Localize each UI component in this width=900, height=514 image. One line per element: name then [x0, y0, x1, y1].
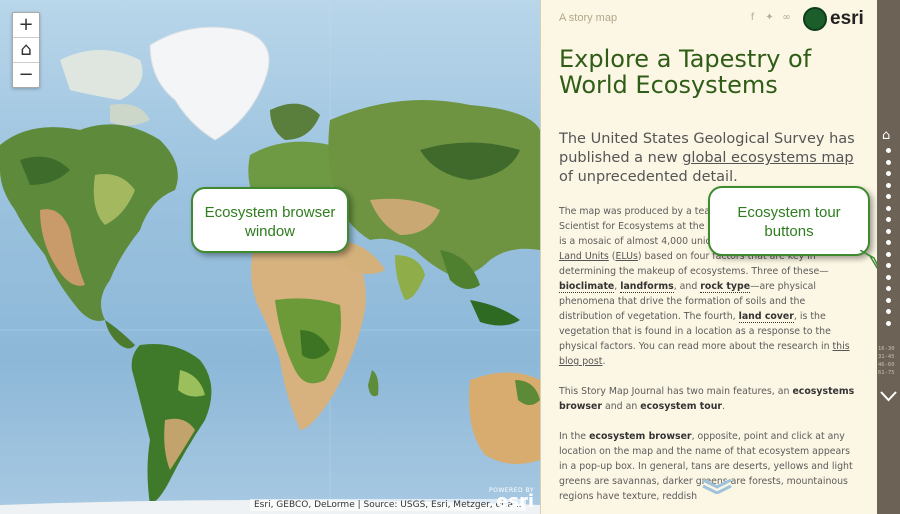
tour-dot-button[interactable] [886, 148, 891, 153]
p3-text-a: In the [559, 431, 590, 442]
esri-brand: esri [830, 8, 864, 29]
zoom-out-button[interactable]: − [13, 63, 39, 87]
page-range-3[interactable]: 46-60 [878, 361, 895, 369]
global-ecosystems-map-link[interactable]: global ecosystems map [682, 150, 853, 166]
tour-dot-button[interactable] [886, 159, 891, 165]
powered-by-brand: esri [496, 491, 534, 512]
zoom-control: + ⌂ − [12, 12, 40, 88]
page-range-2[interactable]: 31-45 [878, 353, 895, 361]
callout-browser-line2: window [244, 223, 296, 240]
tour-dot-button[interactable] [886, 297, 891, 303]
callout-tour-line2: buttons [764, 223, 814, 240]
elus-link[interactable]: ELUs [615, 251, 637, 262]
callout-tour-line1: Ecosystem tour [737, 204, 841, 221]
tour-dot-button[interactable] [886, 240, 891, 245]
tour-dot-button[interactable] [886, 320, 891, 326]
ecosystem-map[interactable]: + ⌂ − Ecosystem browser window Esri, GEB… [0, 0, 540, 514]
globe-icon [803, 7, 827, 31]
scroll-down-chevron-icon[interactable] [701, 478, 733, 494]
p3-ecosystem-browser: ecosystem browser [589, 431, 692, 442]
callout-ecosystem-browser: Ecosystem browser window [191, 187, 349, 253]
arctic-islands [60, 50, 143, 100]
panel-header: A story map f ✦ ∞ esri [541, 0, 878, 38]
callout-browser-line1: Ecosystem browser [204, 204, 336, 221]
tour-dot-button[interactable] [886, 205, 891, 211]
callout-ecosystem-tour: Ecosystem tour buttons [708, 186, 870, 256]
rock-type-term[interactable]: rock type [700, 281, 751, 293]
tour-dot-button[interactable] [886, 182, 891, 188]
page-range-1[interactable]: 16-30 [878, 345, 895, 353]
p2-text-b: and an [602, 401, 641, 412]
home-extent-button[interactable]: ⌂ [13, 38, 39, 63]
tour-dot-button[interactable] [886, 217, 891, 222]
p1-text-c: is a mosaic of almost 4,000 unique [559, 236, 724, 247]
esri-logo[interactable]: esri [803, 7, 864, 31]
p2-ecosystem-tour: ecosystem tour [640, 401, 722, 412]
p1-text-and: and [679, 281, 701, 292]
tour-dot-button[interactable] [886, 171, 891, 176]
home-icon: ⌂ [20, 39, 32, 60]
tour-dot-button[interactable] [886, 228, 891, 234]
landforms-term[interactable]: landforms [620, 281, 674, 293]
page-range-4[interactable]: 61-75 [878, 369, 895, 377]
tour-dot-button[interactable] [886, 194, 891, 199]
p1-text-a: The map was produced by a team [559, 206, 720, 217]
land-units-link[interactable]: Land Units [559, 251, 609, 262]
nav-home-icon[interactable]: ⌂ [882, 128, 890, 143]
story-title: Explore a Tapestry of World Ecosystems [559, 45, 812, 99]
nav-chevron-down-icon[interactable] [880, 390, 897, 402]
share-icons: f ✦ ∞ [747, 12, 792, 23]
tour-dot-button[interactable] [886, 251, 891, 257]
link-icon[interactable]: ∞ [781, 12, 792, 23]
powered-by-esri[interactable]: POWERED BY esri [489, 487, 534, 512]
land-cover-term[interactable]: land cover [738, 311, 794, 323]
p1-text-b: Scientist for Ecosystems at the USG [559, 221, 728, 232]
paragraph-2: This Story Map Journal has two main feat… [559, 384, 861, 414]
story-map-label: A story map [559, 12, 618, 24]
tour-dot-button[interactable] [886, 286, 891, 291]
tour-dot-button[interactable] [886, 274, 891, 280]
world-map-artwork [0, 0, 540, 514]
story-panel: A story map f ✦ ∞ esri Explore a Tapestr… [540, 0, 878, 514]
bioclimate-term[interactable]: bioclimate [559, 281, 615, 293]
map-attribution[interactable]: Esri, GEBCO, DeLorme | Source: USGS, Esr… [250, 499, 526, 511]
tour-dot-button[interactable] [886, 309, 891, 314]
zoom-in-button[interactable]: + [13, 13, 39, 38]
twitter-icon[interactable]: ✦ [764, 12, 775, 23]
p2-text-end: . [722, 401, 725, 412]
tour-navigation: ⌂ 16-30 31-45 46-60 61-75 [877, 0, 900, 514]
p1-text-e: the makeup of ecosystems. Three of these… [619, 266, 829, 277]
facebook-icon[interactable]: f [747, 12, 758, 23]
p2-text-a: This Story Map Journal has two main feat… [559, 386, 793, 397]
lead-text-2: of unprecedented detail. [559, 169, 738, 185]
lead-paragraph: The United States Geological Survey has … [559, 130, 861, 187]
greenland [149, 26, 270, 141]
north-america [0, 124, 178, 321]
p1-text-end: . [602, 356, 606, 367]
tour-page-ranges: 16-30 31-45 46-60 61-75 [878, 345, 895, 377]
panel-body: Explore a Tapestry of World Ecosystems T… [559, 46, 861, 504]
tour-dot-button[interactable] [886, 263, 891, 268]
